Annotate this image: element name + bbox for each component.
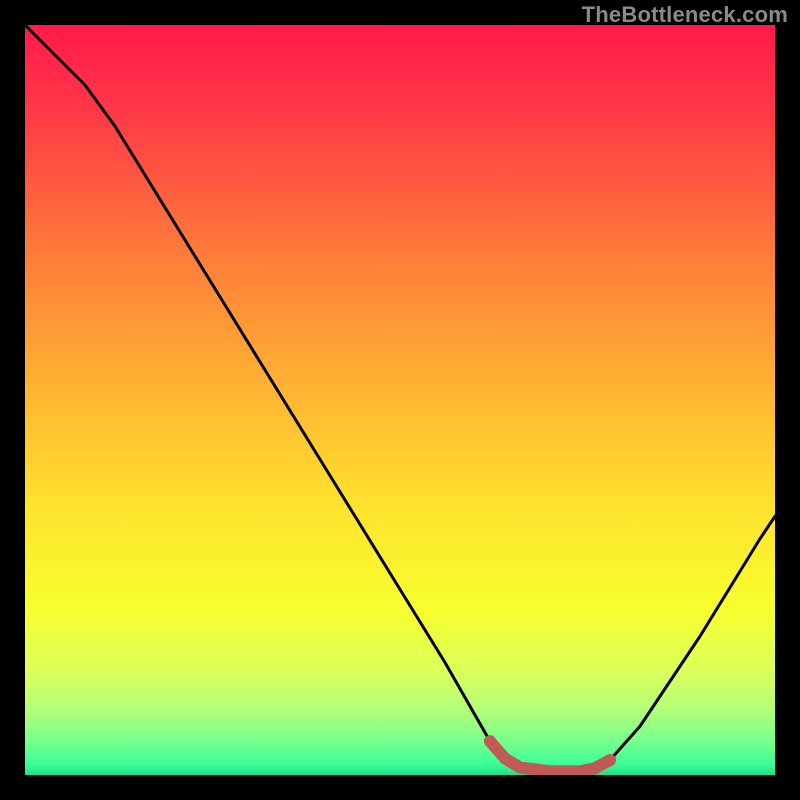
chart-frame: TheBottleneck.com [0,0,800,800]
gradient-background [25,25,775,775]
optimal-band-end [604,754,616,766]
plot-area [25,25,775,775]
optimal-band-start [484,735,496,747]
bottleneck-chart [25,25,775,775]
